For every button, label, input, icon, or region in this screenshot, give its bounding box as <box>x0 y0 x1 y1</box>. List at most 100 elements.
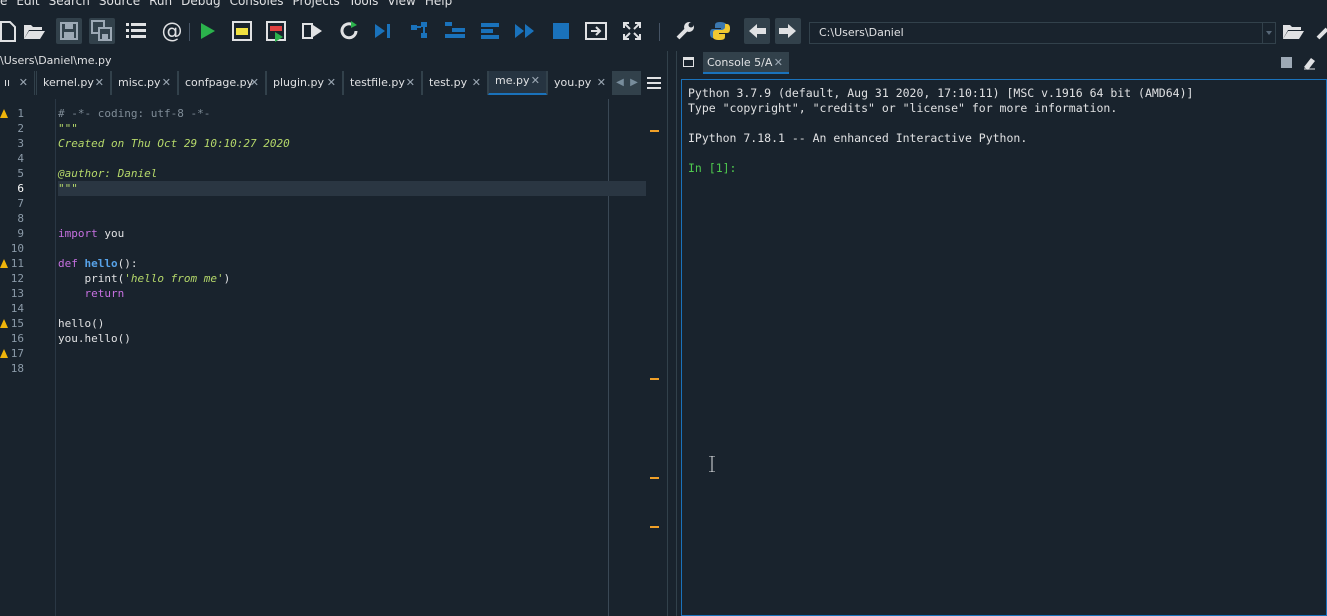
line-number: 3 <box>17 137 24 150</box>
close-icon[interactable]: ✕ <box>774 52 783 74</box>
save-icon[interactable] <box>56 18 82 44</box>
browse-icon[interactable] <box>1312 18 1327 44</box>
working-directory-combo[interactable]: C:\Users\Daniel <box>809 22 1276 44</box>
tab-plugin[interactable]: plugin.py ✕ <box>266 71 343 95</box>
tab-you[interactable]: you.py ✕ <box>547 71 613 95</box>
save-all-icon[interactable] <box>89 18 115 44</box>
close-icon[interactable]: ✕ <box>531 69 540 93</box>
menu-search[interactable]: Search <box>49 0 90 8</box>
line-number: 15 <box>10 317 24 330</box>
console-prompt[interactable]: In [1]: <box>688 161 1326 176</box>
warning-flag[interactable] <box>650 130 659 132</box>
line-number: 5 <box>17 167 24 180</box>
close-icon[interactable]: ✕ <box>406 71 415 95</box>
console-output-line: IPython 7.18.1 -- An enhanced Interactiv… <box>688 131 1028 145</box>
fullscreen-icon[interactable] <box>619 18 645 44</box>
tab-me[interactable]: me.py ✕ <box>488 71 547 95</box>
line-number: 18 <box>10 362 24 375</box>
chevron-down-icon[interactable] <box>1262 23 1275 43</box>
menu-run[interactable]: Run <box>149 0 172 8</box>
debug-step-icon[interactable] <box>370 18 396 44</box>
debug-stack-icon[interactable] <box>477 18 503 44</box>
warning-flag[interactable] <box>650 378 659 380</box>
rerun-icon[interactable] <box>336 18 362 44</box>
close-icon[interactable]: ✕ <box>250 71 259 95</box>
menu-consoles[interactable]: Consoles <box>230 0 284 8</box>
code-line: # -*- coding: utf-8 -*- <box>58 107 211 120</box>
stop-kernel-icon[interactable] <box>1281 57 1292 68</box>
menu-edit[interactable]: Edit <box>16 0 39 8</box>
debug-step-into-icon[interactable] <box>407 18 433 44</box>
warning-flag[interactable] <box>650 477 659 479</box>
new-file-icon[interactable] <box>0 18 20 44</box>
eraser-icon[interactable] <box>1302 55 1316 70</box>
code-line: @author: Daniel <box>58 167 158 180</box>
code-line: you.hello() <box>58 332 131 345</box>
debug-stop-icon[interactable] <box>548 18 574 44</box>
line-number: 12 <box>10 272 24 285</box>
open-file-icon[interactable] <box>21 18 47 44</box>
run-selection-icon[interactable] <box>299 18 325 44</box>
menu-debug[interactable]: Debug <box>181 0 220 8</box>
line-number: 4 <box>17 152 24 165</box>
open-folder-icon[interactable] <box>1280 18 1306 44</box>
line-number: 14 <box>10 302 24 315</box>
line-number: 13 <box>10 287 24 300</box>
tab-testfile[interactable]: testfile.py ✕ <box>343 71 422 95</box>
at-icon[interactable]: @ <box>159 18 185 44</box>
line-number-gutter: 1 2 3 4 5 6 7 8 9 10 11 12 13 14 15 16 1… <box>0 99 56 616</box>
wrench-icon[interactable] <box>672 18 698 44</box>
warning-flag[interactable] <box>650 526 659 528</box>
run-cell-advance-icon[interactable] <box>263 18 289 44</box>
tab-test[interactable]: test.py ✕ <box>422 71 488 95</box>
close-icon[interactable]: ✕ <box>597 71 606 95</box>
forward-arrow-icon[interactable] <box>775 18 801 44</box>
menu-tools[interactable]: Tools <box>349 0 379 8</box>
close-icon[interactable]: ✕ <box>327 71 336 95</box>
editor-options-menu-icon[interactable] <box>645 74 663 92</box>
tab-scroll-left-icon[interactable]: ◀ <box>613 71 627 95</box>
menu-source[interactable]: Source <box>99 0 140 8</box>
editor-tab-bar: ıı ✕ kernel.py ✕ misc.py ✕ confpage.py ✕ plu… <box>0 71 640 95</box>
code-line: import you <box>58 227 125 240</box>
current-code-line: """ <box>58 181 646 196</box>
tab-kernel[interactable]: kernel.py ✕ <box>36 71 111 95</box>
line-number: 1 <box>17 107 24 120</box>
code-area[interactable]: # -*- coding: utf-8 -*- """ Created on T… <box>58 106 646 376</box>
run-cell-icon[interactable] <box>229 18 255 44</box>
close-icon[interactable]: ✕ <box>162 71 171 95</box>
tab-hidden[interactable]: ıı ✕ <box>0 71 35 95</box>
debug-continue-icon[interactable] <box>512 18 538 44</box>
python-path-icon[interactable] <box>707 18 733 44</box>
ipython-console[interactable]: Python 3.7.9 (default, Aug 31 2020, 17:1… <box>681 79 1327 616</box>
line-number: 8 <box>17 212 24 225</box>
code-line: """ <box>58 122 78 135</box>
run-icon[interactable] <box>194 18 220 44</box>
close-icon[interactable]: ✕ <box>95 71 104 95</box>
window-icon[interactable] <box>683 57 694 67</box>
menu-help[interactable]: Help <box>425 0 452 8</box>
menu-file[interactable]: e <box>0 0 7 8</box>
tab-console[interactable]: Console 5/A ✕ <box>703 52 789 74</box>
console-output-line: Python 3.7.9 (default, Aug 31 2020, 17:1… <box>688 86 1194 100</box>
debug-step-return-icon[interactable] <box>442 18 468 44</box>
menu-projects[interactable]: Projects <box>292 0 339 8</box>
back-arrow-icon[interactable] <box>744 18 770 44</box>
tab-scroll-right-icon[interactable]: ▶ <box>627 71 641 95</box>
tab-confpage[interactable]: confpage.py ✕ <box>178 71 266 95</box>
close-icon[interactable]: ✕ <box>472 71 481 95</box>
editor-scrollbar[interactable] <box>646 99 664 616</box>
maximize-pane-icon[interactable] <box>583 18 609 44</box>
code-line: return <box>58 287 125 300</box>
menu-view[interactable]: View <box>387 0 415 8</box>
code-editor[interactable]: 1 2 3 4 5 6 7 8 9 10 11 12 13 14 15 16 1… <box>0 99 664 616</box>
close-icon[interactable]: ✕ <box>19 71 28 95</box>
tab-misc[interactable]: misc.py ✕ <box>111 71 178 95</box>
pane-splitter[interactable] <box>667 51 677 616</box>
outline-icon[interactable] <box>123 18 149 44</box>
